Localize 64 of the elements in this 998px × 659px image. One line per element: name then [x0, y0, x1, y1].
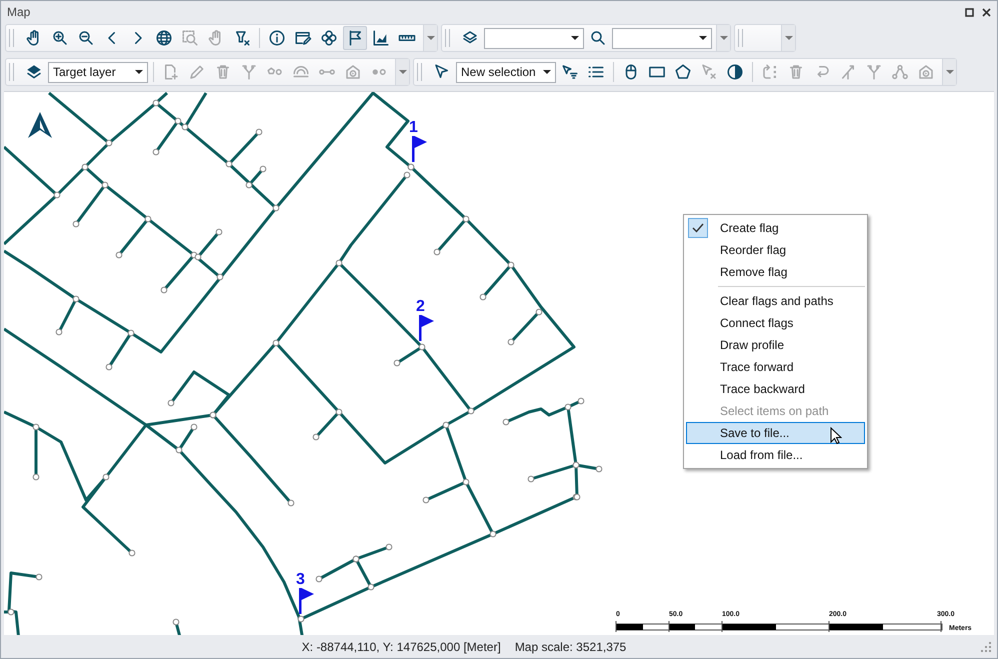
- merge-icon: [839, 63, 857, 81]
- menu-item[interactable]: Trace forward: [686, 356, 865, 378]
- restore-icon[interactable]: [965, 8, 974, 16]
- toolbar-grip[interactable]: [9, 63, 14, 81]
- rotate-icon: [761, 63, 779, 81]
- toolbar-overflow-button[interactable]: [716, 25, 730, 51]
- area-chart-icon: [372, 29, 390, 47]
- coordinates-text: X: -88744,110, Y: 147625,000 [Meter]: [302, 638, 501, 656]
- nodes-icon: [891, 63, 909, 81]
- zoom-in-icon: [51, 29, 69, 47]
- resize-grip-icon[interactable]: [981, 642, 991, 652]
- menu-item[interactable]: Remove flag: [686, 261, 865, 283]
- clear-highlight-icon: [233, 29, 251, 47]
- flag-icon[interactable]: [298, 588, 314, 614]
- menu-item[interactable]: Draw profile: [686, 334, 865, 356]
- flag-icon[interactable]: [418, 315, 434, 341]
- info-icon: [268, 29, 286, 47]
- layer-dropdown[interactable]: New selection: [456, 62, 556, 82]
- zoom-out-icon: [77, 29, 95, 47]
- flag-number: 1: [409, 120, 418, 136]
- split-icon: [865, 63, 883, 81]
- contrast-icon: [726, 63, 744, 81]
- mouse-pointer-icon: [830, 427, 842, 445]
- menu-item[interactable]: Trace backward: [686, 378, 865, 400]
- toolbar-grip[interactable]: [445, 29, 450, 47]
- menu-item[interactable]: Load from file...: [686, 444, 865, 466]
- toolbar-grip[interactable]: [417, 63, 422, 81]
- window-title: Map: [7, 4, 30, 21]
- menu-item[interactable]: Connect flags: [686, 312, 865, 334]
- menu-item[interactable]: Save to file...: [686, 422, 865, 444]
- trash-icon: [214, 63, 232, 81]
- cursor-icon: [433, 63, 451, 81]
- map-scale-text: Map scale: 3521,375: [514, 638, 626, 656]
- toolbar-grip[interactable]: [9, 29, 14, 47]
- toolbar-overflow-button[interactable]: [942, 59, 956, 85]
- menu-item[interactable]: Create flag: [686, 217, 865, 239]
- flag-number: 3: [296, 572, 305, 588]
- layer-dropdown[interactable]: Target layer: [48, 62, 148, 82]
- new-document-icon: [162, 63, 180, 81]
- flag-button[interactable]: [343, 26, 367, 50]
- toolbar-overflow-button[interactable]: [423, 25, 437, 51]
- toolbar-overflow-button[interactable]: [781, 25, 795, 51]
- flag-number: 2: [416, 299, 425, 315]
- close-icon[interactable]: [982, 8, 991, 16]
- edit-form-icon: [294, 29, 312, 47]
- search-icon: [589, 29, 607, 47]
- menu-item[interactable]: Reorder flag: [686, 239, 865, 261]
- home-play-icon: [917, 63, 935, 81]
- flag-icon[interactable]: [411, 136, 427, 162]
- toolbar-grip[interactable]: [738, 29, 743, 47]
- split-icon: [240, 63, 258, 81]
- menu-item[interactable]: Clear flags and paths: [686, 290, 865, 312]
- filter-select-icon: [561, 63, 579, 81]
- toolbar-overflow-button[interactable]: [395, 59, 409, 85]
- flower-icon: [320, 29, 338, 47]
- clear-selection-icon: [700, 63, 718, 81]
- pentagon-icon: [674, 63, 692, 81]
- trash-icon: [787, 63, 805, 81]
- north-arrow-icon: [28, 112, 52, 138]
- pencil-icon: [188, 63, 206, 81]
- layers-icon: [25, 63, 43, 81]
- home-play-icon: [344, 63, 362, 81]
- globe-icon: [155, 29, 173, 47]
- zoom-selection-icon: [181, 29, 199, 47]
